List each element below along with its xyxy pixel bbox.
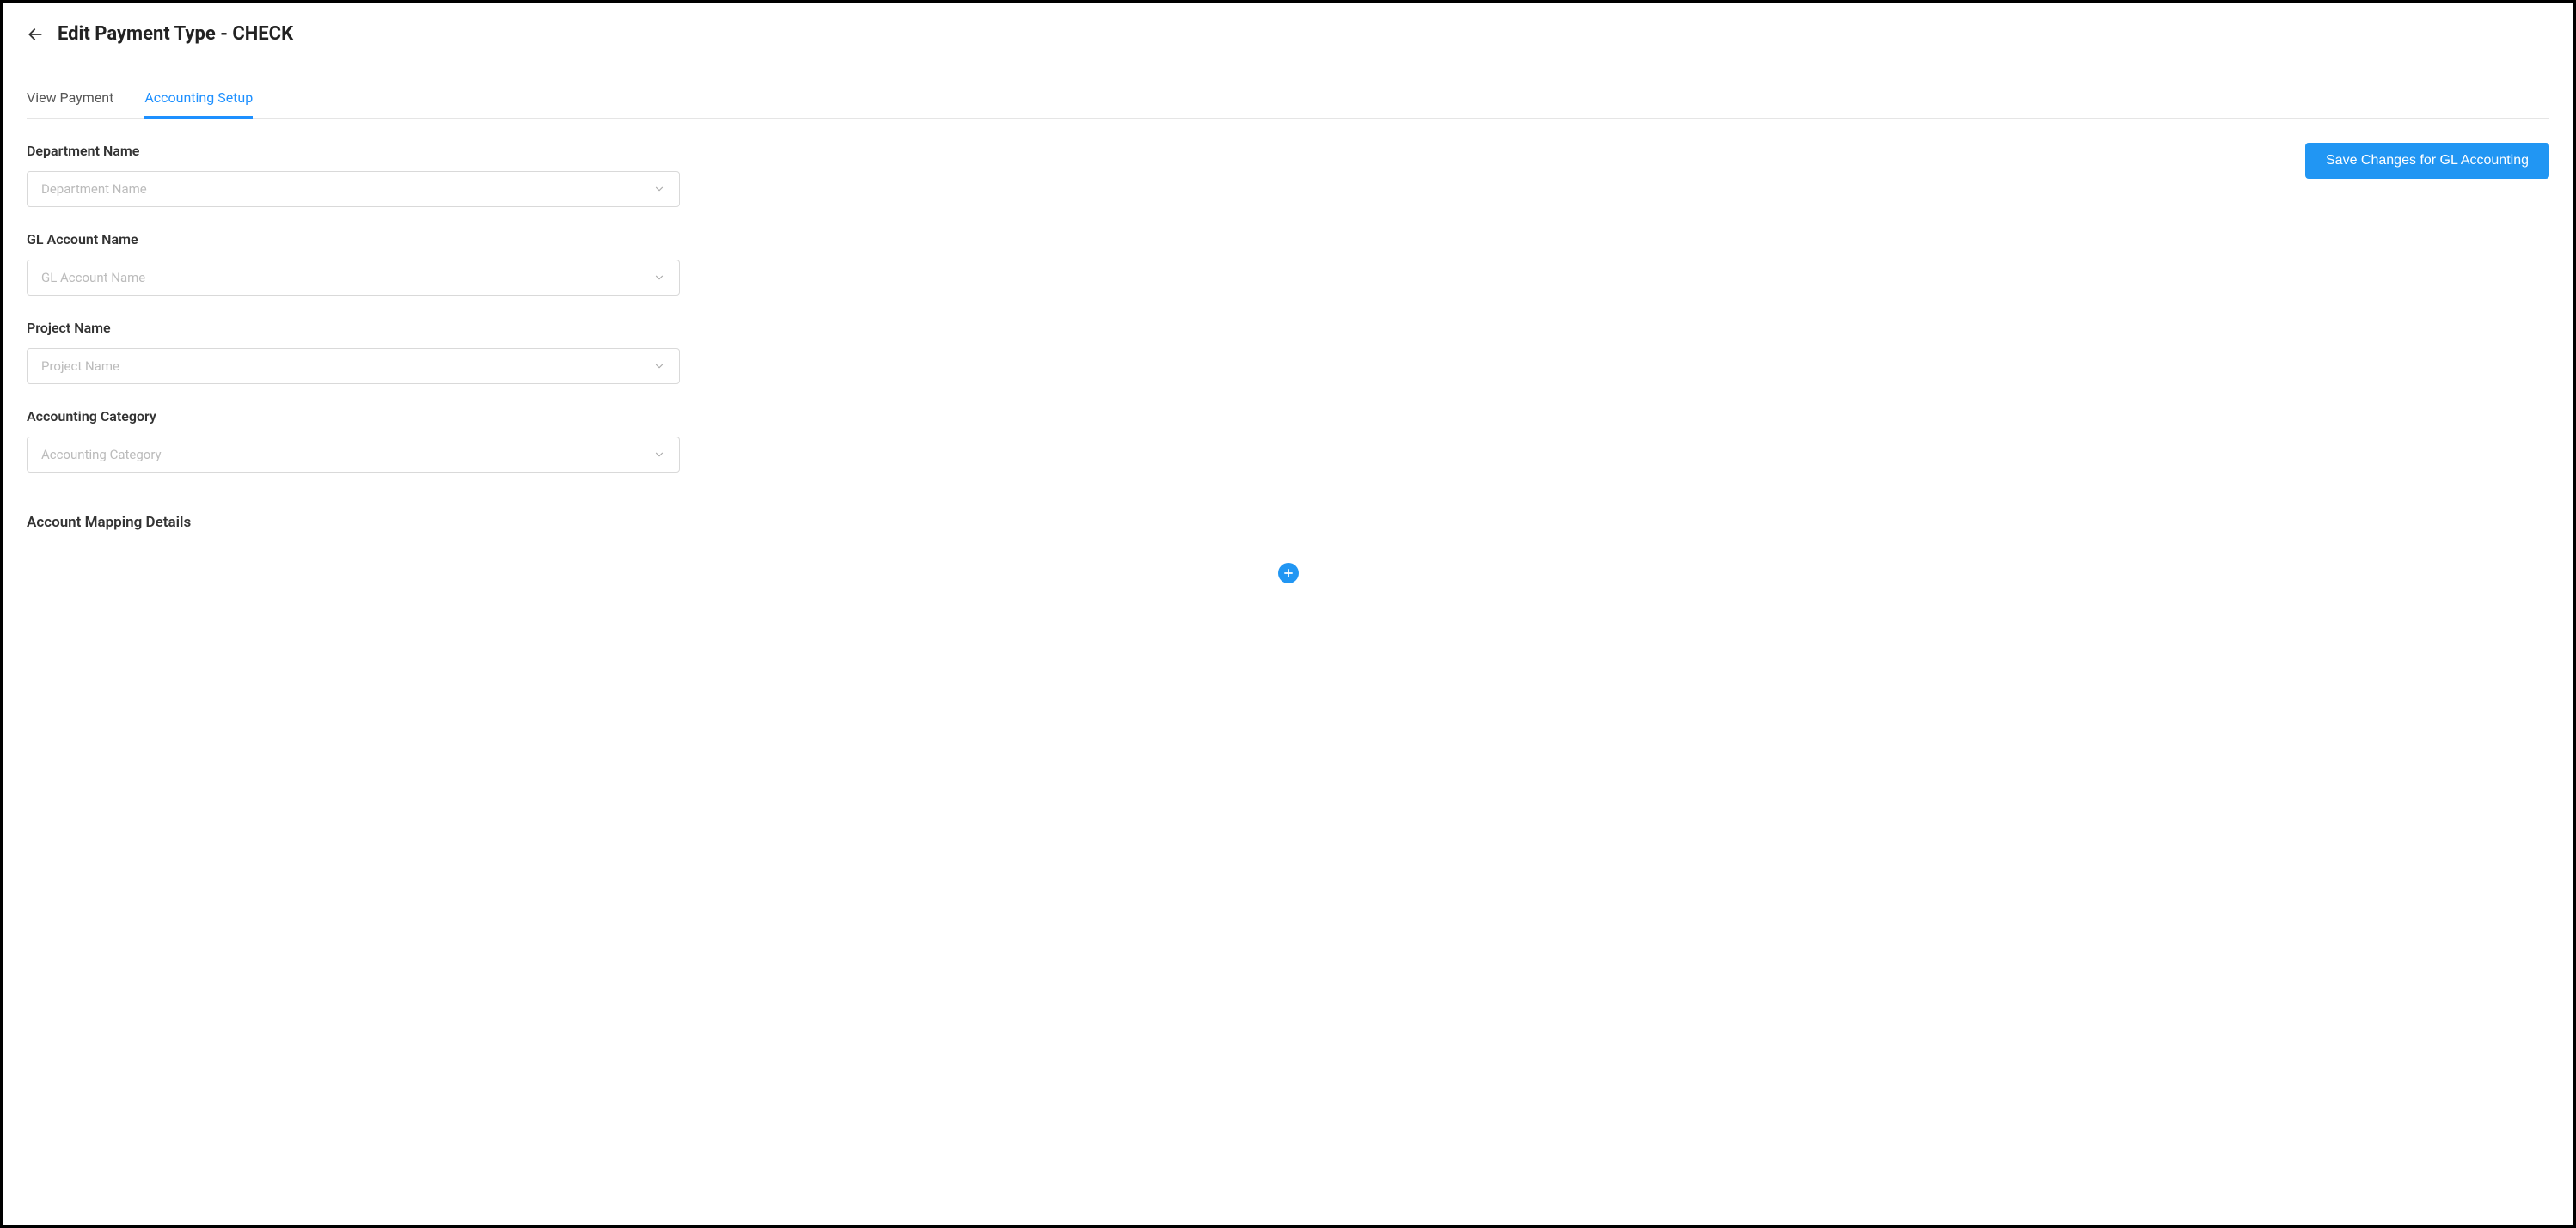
save-changes-button[interactable]: Save Changes for GL Accounting xyxy=(2305,143,2549,179)
chevron-down-icon xyxy=(653,449,665,461)
chevron-down-icon xyxy=(653,360,665,372)
accounting-category-placeholder: Accounting Category xyxy=(41,447,653,462)
project-name-label: Project Name xyxy=(27,320,680,336)
department-name-placeholder: Department Name xyxy=(41,181,653,197)
tab-accounting-setup[interactable]: Accounting Setup xyxy=(144,79,253,119)
gl-account-name-label: GL Account Name xyxy=(27,231,680,247)
accounting-category-label: Accounting Category xyxy=(27,408,680,425)
chevron-down-icon xyxy=(653,272,665,284)
tab-view-payment[interactable]: View Payment xyxy=(27,79,113,119)
department-name-select[interactable]: Department Name xyxy=(27,171,680,207)
gl-account-name-select[interactable]: GL Account Name xyxy=(27,260,680,296)
tab-bar: View Payment Accounting Setup xyxy=(27,79,2549,119)
page-title: Edit Payment Type - CHECK xyxy=(58,23,293,45)
project-name-placeholder: Project Name xyxy=(41,358,653,374)
chevron-down-icon xyxy=(653,183,665,195)
project-name-select[interactable]: Project Name xyxy=(27,348,680,384)
department-name-label: Department Name xyxy=(27,143,680,159)
accounting-category-select[interactable]: Accounting Category xyxy=(27,437,680,473)
add-mapping-button[interactable] xyxy=(1278,563,1299,583)
gl-account-name-placeholder: GL Account Name xyxy=(41,270,653,285)
account-mapping-details-title: Account Mapping Details xyxy=(27,514,2549,547)
plus-icon xyxy=(1282,567,1294,579)
back-arrow-icon[interactable] xyxy=(27,26,44,43)
